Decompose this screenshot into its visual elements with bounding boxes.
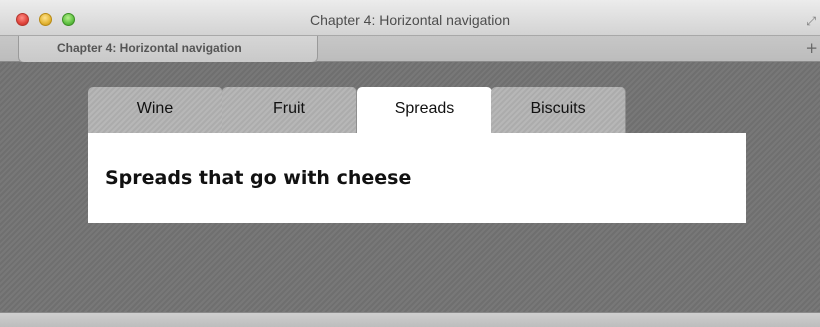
panel-heading: Spreads that go with cheese [105,167,412,189]
tab-fruit[interactable]: Fruit [222,87,357,133]
window-title: Chapter 4: Horizontal navigation [309,12,510,28]
browser-tab[interactable]: Chapter 4: Horizontal navigation [18,36,318,63]
browser-tab-strip: Chapter 4: Horizontal navigation + [0,36,820,63]
tab-biscuits[interactable]: Biscuits [491,87,626,133]
window-titlebar: Chapter 4: Horizontal navigation ⤢ [0,0,820,36]
tab-wine[interactable]: Wine [88,87,223,133]
fullscreen-icon[interactable]: ⤢ [806,14,816,29]
page-content: Wine Fruit Spreads Biscuits Spreads that… [0,62,820,312]
status-bar [0,312,820,327]
new-tab-icon[interactable]: + [805,39,818,57]
tab-spreads[interactable]: Spreads [357,87,492,133]
tab-panel: Spreads that go with cheese [88,133,746,223]
